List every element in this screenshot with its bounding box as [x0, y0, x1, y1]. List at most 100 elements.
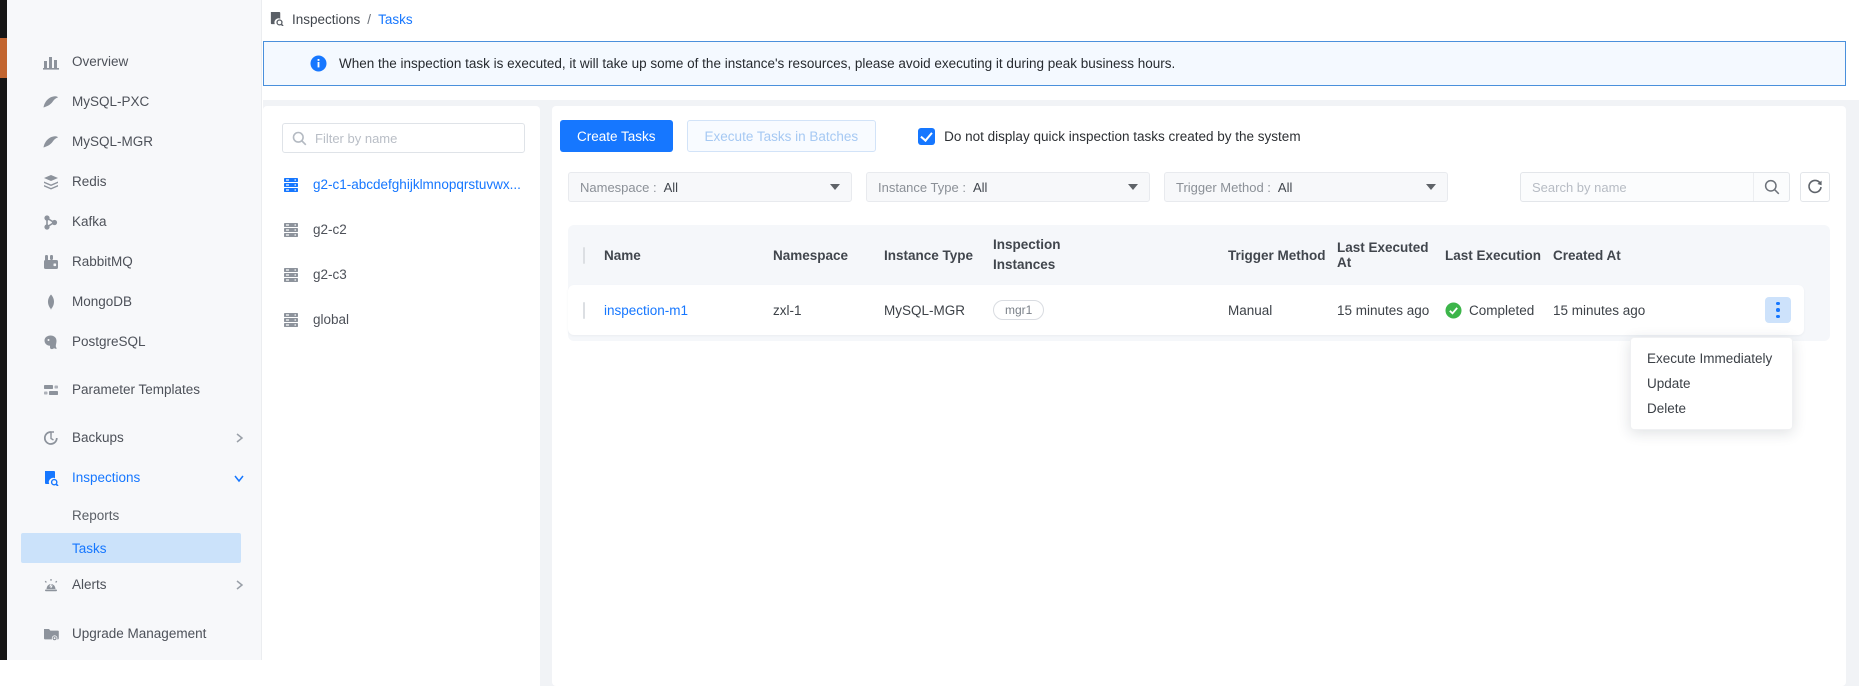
dolphin-icon — [42, 94, 59, 111]
rabbit-icon — [42, 254, 59, 271]
sidebar-item-upgrade-management[interactable]: Upgrade Management — [7, 606, 261, 662]
kafka-icon — [42, 214, 59, 231]
refresh-icon — [1807, 179, 1823, 195]
sidebar-item-alerts[interactable]: Alerts — [7, 564, 261, 606]
dolphin-icon — [42, 134, 59, 151]
breadcrumb-separator: / — [367, 12, 371, 27]
server-icon — [282, 266, 300, 284]
sidebar-item-reports[interactable]: Reports — [7, 498, 261, 532]
sidebar-item-parameter-templates[interactable]: Parameter Templates — [7, 362, 261, 418]
sidebar-item-overview[interactable]: Overview — [7, 42, 261, 82]
sidebar-item-kafka[interactable]: Kafka — [7, 202, 261, 242]
row-actions-button[interactable] — [1765, 297, 1791, 323]
sidebar-item-postgresql[interactable]: PostgreSQL — [7, 322, 261, 362]
cluster-item-g2-c3[interactable]: g2-c3 — [263, 252, 540, 297]
menu-item-delete[interactable]: Delete — [1631, 396, 1792, 421]
menu-item-update[interactable]: Update — [1631, 371, 1792, 396]
caret-down-icon — [1128, 184, 1138, 190]
table-row: inspection-m1 zxl-1 MySQL-MGR mgr1 Manua… — [568, 285, 1804, 335]
chevron-right-icon — [233, 579, 245, 591]
sidebar: Overview MySQL-PXC MySQL-MGR Redis Kafka… — [7, 0, 262, 660]
chevron-right-icon — [233, 432, 245, 444]
instance-badge: mgr1 — [993, 300, 1044, 320]
left-edge-strip — [0, 0, 7, 660]
status-text: Completed — [1469, 303, 1534, 318]
server-icon — [282, 176, 300, 194]
sidebar-item-tasks-highlight: Tasks — [21, 533, 241, 563]
sidebar-item-rabbitmq[interactable]: RabbitMQ — [7, 242, 261, 282]
cluster-filter-field — [282, 123, 525, 153]
inspection-icon — [42, 470, 59, 487]
trigger-method-dropdown[interactable]: Trigger Method : All — [1164, 172, 1448, 202]
cell-last-executed-at: 15 minutes ago — [1337, 303, 1445, 318]
search-input[interactable] — [1532, 180, 1753, 195]
table-header: Name Namespace Instance Type Inspection … — [568, 225, 1830, 285]
alarm-icon — [42, 577, 59, 594]
instance-type-dropdown[interactable]: Instance Type : All — [866, 172, 1150, 202]
search-field — [1520, 172, 1790, 202]
sidebar-item-tasks[interactable]: Tasks — [7, 532, 261, 564]
sidebar-item-mysql-mgr[interactable]: MySQL-MGR — [7, 122, 261, 162]
create-tasks-button[interactable]: Create Tasks — [560, 120, 673, 152]
column-header-namespace: Namespace — [773, 248, 884, 263]
column-header-name: Name — [604, 248, 773, 263]
column-header-trigger-method: Trigger Method — [1228, 248, 1337, 263]
search-icon[interactable] — [1753, 173, 1789, 201]
bar-chart-icon — [42, 54, 59, 71]
tasks-table: Name Namespace Instance Type Inspection … — [568, 225, 1830, 341]
status-badge: Completed — [1445, 302, 1553, 319]
column-header-inspection-instances: Inspection Instances — [993, 235, 1228, 276]
layers-icon — [42, 174, 59, 191]
select-all-checkbox[interactable] — [583, 247, 585, 264]
breadcrumb: Inspections / Tasks — [269, 11, 413, 27]
caret-down-icon — [830, 184, 840, 190]
elephant-icon — [42, 334, 59, 351]
leaf-icon — [42, 294, 59, 311]
row-checkbox[interactable] — [583, 302, 585, 319]
refresh-button[interactable] — [1800, 172, 1830, 202]
backup-icon — [42, 430, 59, 447]
row-actions-menu: Execute Immediately Update Delete — [1630, 337, 1793, 430]
cell-namespace: zxl-1 — [773, 303, 884, 318]
check-circle-icon — [1445, 302, 1462, 319]
caret-down-icon — [1426, 184, 1436, 190]
info-icon — [310, 55, 327, 72]
chevron-down-icon — [233, 472, 245, 484]
column-header-instance-type: Instance Type — [884, 248, 993, 263]
folder-gear-icon — [42, 626, 59, 643]
server-icon — [282, 221, 300, 239]
sidebar-item-redis[interactable]: Redis — [7, 162, 261, 202]
hide-quick-tasks-option: Do not display quick inspection tasks cr… — [918, 128, 1300, 145]
cluster-item-g2-c2[interactable]: g2-c2 — [263, 207, 540, 252]
left-edge-orange-marker — [0, 38, 7, 78]
hide-quick-tasks-checkbox[interactable] — [918, 128, 935, 145]
header-band: Inspections / Tasks When the inspection … — [263, 0, 1859, 100]
search-icon — [292, 131, 307, 146]
hide-quick-tasks-label: Do not display quick inspection tasks cr… — [944, 129, 1300, 144]
namespace-dropdown[interactable]: Namespace : All — [568, 172, 852, 202]
info-banner: When the inspection task is executed, it… — [263, 41, 1846, 86]
sidebar-item-mysql-pxc[interactable]: MySQL-PXC — [7, 82, 261, 122]
sidebar-item-mongodb[interactable]: MongoDB — [7, 282, 261, 322]
execute-batches-button[interactable]: Execute Tasks in Batches — [687, 120, 877, 152]
column-header-last-execution: Last Execution — [1445, 248, 1553, 263]
cell-created-at: 15 minutes ago — [1553, 303, 1703, 318]
cluster-list: g2-c1-abcdefghijklmnopqrstuvwx... g2-c2 … — [263, 162, 540, 342]
breadcrumb-current[interactable]: Tasks — [378, 12, 413, 27]
filters-row: Namespace : All Instance Type : All Trig… — [568, 172, 1830, 202]
breadcrumb-section[interactable]: Inspections — [292, 12, 360, 27]
cell-instance-type: MySQL-MGR — [884, 303, 993, 318]
toolbar: Create Tasks Execute Tasks in Batches Do… — [560, 120, 1301, 152]
cell-trigger-method: Manual — [1228, 303, 1337, 318]
cluster-filter-input[interactable] — [315, 131, 515, 146]
sidebar-item-inspections[interactable]: Inspections — [7, 458, 261, 498]
task-name-link[interactable]: inspection-m1 — [604, 303, 688, 318]
info-banner-text: When the inspection task is executed, it… — [339, 56, 1175, 71]
sidebar-item-backups[interactable]: Backups — [7, 418, 261, 458]
app-window: Overview MySQL-PXC MySQL-MGR Redis Kafka… — [0, 0, 1859, 686]
column-header-created-at: Created At — [1553, 248, 1703, 263]
cluster-item-g2-c1[interactable]: g2-c1-abcdefghijklmnopqrstuvwx... — [263, 162, 540, 207]
column-header-last-executed-at: Last Executed At — [1337, 240, 1445, 270]
cluster-item-global[interactable]: global — [263, 297, 540, 342]
menu-item-execute-immediately[interactable]: Execute Immediately — [1631, 346, 1792, 371]
